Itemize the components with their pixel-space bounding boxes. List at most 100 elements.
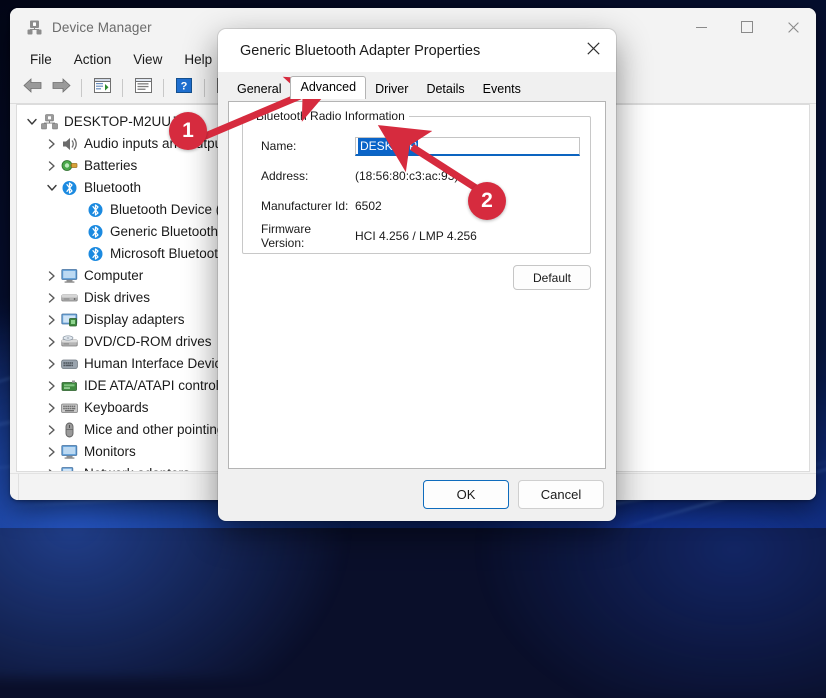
back-arrow-icon [22,78,42,98]
chevron-right-icon[interactable] [43,447,61,457]
close-icon [586,41,600,60]
show-hidden-devices-icon [93,78,111,98]
tree-item-label: Human Interface Devices [84,356,236,372]
tree-item-label: DVD/CD-ROM drives [84,334,212,350]
titlebar-left-group: Device Manager [10,19,152,36]
dialog-footer: OK Cancel [423,480,604,509]
forward-button[interactable] [47,75,75,101]
maximize-icon [741,21,753,33]
tab-driver[interactable]: Driver [366,79,417,100]
cancel-button[interactable]: Cancel [518,480,604,509]
menu-item-help[interactable]: Help [174,49,222,70]
chevron-right-icon[interactable] [43,403,61,413]
back-button[interactable] [18,75,46,101]
keyboard-icon [61,400,78,416]
field-row-manufacturer-id: Manufacturer Id: 6502 [243,195,590,217]
dialog-tab-strip[interactable]: General Advanced Driver Details Events [218,76,616,100]
tab-details[interactable]: Details [417,79,473,100]
window-controls [678,8,816,46]
mouse-icon [61,422,78,438]
field-row-firmware-version: Firmware Version: HCI 4.256 / LMP 4.256 [243,222,590,250]
tree-item-label: Bluetooth [84,180,142,196]
disk-drive-icon [61,290,78,306]
chevron-right-icon[interactable] [43,425,61,435]
svg-text:?: ? [181,81,188,93]
help-icon: ? [176,78,192,98]
tree-item-label: Computer [84,268,144,284]
toolbar-separator [122,79,123,97]
tree-item-label: Batteries [84,158,138,174]
menu-item-view[interactable]: View [123,49,172,70]
tree-item-label: Audio inputs and outputs [84,136,233,152]
name-input-value: DESKTOP [358,137,419,154]
group-legend: Bluetooth Radio Information [252,109,409,123]
dialog-tab-page: Bluetooth Radio Information Name: DESKTO… [228,101,606,469]
minimize-button[interactable] [678,8,724,46]
chevron-right-icon[interactable] [43,337,61,347]
tab-advanced[interactable]: Advanced [290,76,367,99]
menu-item-action[interactable]: Action [64,49,122,70]
chevron-right-icon[interactable] [43,469,61,471]
chevron-right-icon[interactable] [43,161,61,171]
tree-item-label: Disk drives [84,290,151,306]
toolbar-separator [163,79,164,97]
tree-item-label: Keyboards [84,400,149,416]
toolbar-separator [81,79,82,97]
monitor-icon [61,444,78,460]
bluetooth-icon [87,224,104,240]
bluetooth-icon [61,180,78,196]
display-adapter-icon [61,312,78,328]
ok-button[interactable]: OK [423,480,509,509]
firmware-version-label: Firmware Version: [261,222,311,250]
chevron-right-icon[interactable] [43,381,61,391]
hid-icon [61,356,78,372]
tree-item-label: Monitors [84,444,136,460]
tree-item-label: Network adapters [84,467,190,471]
monitor-icon [61,268,78,284]
tree-item-label: DESKTOP-M2UUJ3D [64,114,196,130]
close-icon [787,21,799,33]
chevron-down-icon[interactable] [43,184,61,192]
battery-icon [61,158,78,174]
address-value: (18:56:80:c3:ac:93) [355,169,459,183]
firmware-version-value: HCI 4.256 / LMP 4.256 [355,229,477,243]
properties-icon [134,78,152,98]
chevron-right-icon[interactable] [43,293,61,303]
chevron-right-icon[interactable] [43,359,61,369]
tab-general[interactable]: General [228,79,290,100]
device-manager-title: Device Manager [52,19,152,35]
address-label: Address: [261,169,309,183]
close-button[interactable] [770,8,816,46]
bluetooth-icon [87,202,104,218]
dialog-title: Generic Bluetooth Adapter Properties [240,42,481,59]
tab-events[interactable]: Events [474,79,530,100]
minimize-icon [695,26,707,28]
menu-item-file[interactable]: File [20,49,62,70]
dialog-titlebar: Generic Bluetooth Adapter Properties [218,29,616,72]
default-button[interactable]: Default [513,265,591,290]
maximize-button[interactable] [724,8,770,46]
help-button[interactable]: ? [170,75,198,101]
chevron-right-icon[interactable] [43,271,61,281]
show-hidden-devices-button[interactable] [88,75,116,101]
bluetooth-radio-information-group: Bluetooth Radio Information Name: DESKTO… [242,109,591,254]
chevron-right-icon[interactable] [43,139,61,149]
status-bar-divider [18,474,19,500]
speaker-icon [61,136,78,152]
chevron-down-icon[interactable] [23,118,41,126]
name-label: Name: [261,139,297,153]
field-row-name: Name: DESKTOP [243,135,590,157]
tree-item-label: Display adapters [84,312,185,328]
manufacturer-id-label: Manufacturer Id: [261,199,349,213]
bluetooth-icon [87,246,104,262]
ide-controller-icon [61,378,78,394]
forward-arrow-icon [52,78,71,98]
field-row-address: Address: (18:56:80:c3:ac:93) [243,165,590,187]
optical-drive-icon [61,334,78,350]
properties-button[interactable] [129,75,157,101]
network-adapter-icon [61,466,78,471]
device-manager-icon [26,19,43,36]
name-input[interactable]: DESKTOP [355,136,580,156]
chevron-right-icon[interactable] [43,315,61,325]
dialog-close-button[interactable] [570,29,616,72]
